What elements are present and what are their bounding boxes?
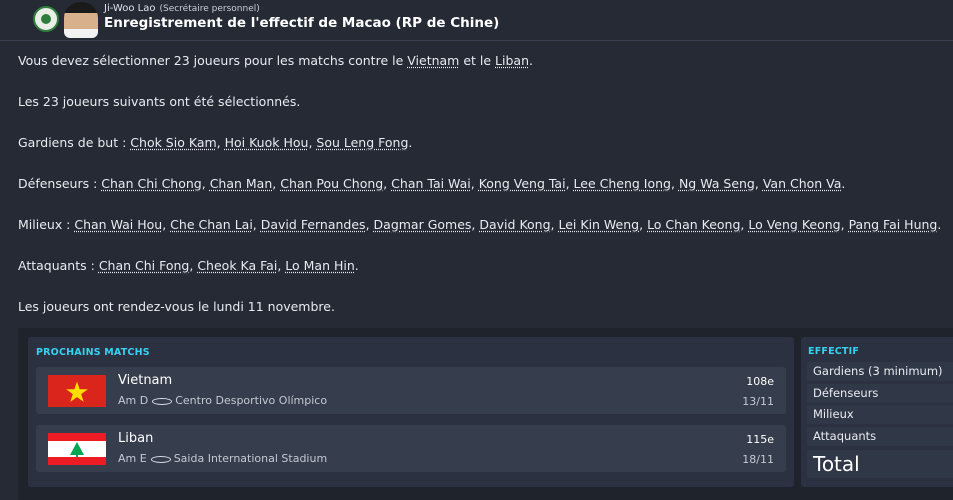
player-link[interactable]: Kong Veng Tai (479, 176, 566, 191)
opponent-name[interactable]: Vietnam (118, 373, 172, 388)
stadium-icon (152, 397, 173, 405)
group-label: Attaquants : (18, 258, 99, 273)
squad-row-midfielders: Milieux (807, 405, 953, 424)
upcoming-matches: PROCHAINS MATCHS Vietnam Am D Centro Desp… (28, 337, 794, 487)
player-link[interactable]: Lo Veng Keong (748, 217, 840, 232)
separator: , (365, 217, 374, 232)
intro-text: Vous devez sélectionner 23 joueurs pour … (18, 53, 408, 68)
match-meta: Am D Centro Desportivo Olímpico (118, 394, 327, 407)
group-label: Défenseurs : (18, 176, 102, 191)
venue-code: E (139, 452, 147, 465)
player-link[interactable]: Lei Kin Weng (558, 217, 639, 232)
separator: . (937, 217, 942, 232)
sender-role: (Secrétaire personnel) (159, 4, 260, 14)
stadium-name: Saida International Stadium (173, 452, 328, 465)
match-meta: Am E Saida International Stadium (118, 452, 327, 465)
match-date: 13/11 (742, 395, 774, 408)
player-link[interactable]: Chan Man (210, 176, 273, 191)
player-link[interactable]: Ng Wa Seng (679, 176, 755, 191)
stadium-icon (150, 455, 171, 463)
squad-summary: EFFECTIF Gardiens (3 minimum) Défenseurs… (801, 337, 953, 487)
opponent-rank: 108e (746, 375, 774, 388)
player-link[interactable]: Pang Fai Hung (849, 217, 938, 232)
sender-line: Ji-Woo Lao (Secrétaire personnel) (104, 3, 260, 14)
player-link[interactable]: Chan Tai Wai (391, 176, 471, 191)
group-label: Gardiens de but : (18, 135, 131, 150)
separator: , (840, 217, 849, 232)
match-type: Am (118, 394, 137, 407)
squad-summary-title: EFFECTIF (808, 346, 860, 357)
player-link[interactable]: Hoi Kuok Hou (225, 135, 309, 150)
intro-text-middle: et le (459, 53, 496, 68)
separator: , (201, 176, 210, 191)
intro-line: Vous devez sélectionner 23 joueurs pour … (18, 52, 943, 93)
group-midfielders: Milieux : Chan Wai Hou, Che Chan Lai, Da… (18, 216, 943, 257)
venue-code: D (139, 394, 149, 407)
player-link[interactable]: Chan Chi Chong (101, 176, 201, 191)
match-row-liban[interactable]: Liban Am E Saida International Stadium 11… (36, 425, 786, 472)
separator: . (354, 258, 359, 273)
separator: , (216, 135, 225, 150)
group-attackers: Attaquants : Chan Chi Fong, Cheok Ka Fai… (18, 257, 943, 298)
separator: , (565, 176, 574, 191)
link-liban[interactable]: Liban (495, 53, 529, 68)
separator: , (670, 176, 679, 191)
group-label: Milieux : (18, 217, 75, 232)
message-header: Ji-Woo Lao (Secrétaire personnel) Enregis… (0, 0, 953, 41)
player-link[interactable]: Sou Leng Fong (316, 135, 408, 150)
player-link[interactable]: Chan Chi Fong (99, 258, 190, 273)
group-goalkeepers: Gardiens de but : Chok Sio Kam, Hoi Kuok… (18, 134, 943, 175)
squad-row-attackers: Attaquants (807, 427, 953, 446)
match-row-vietnam[interactable]: Vietnam Am D Centro Desportivo Olímpico 1… (36, 367, 786, 414)
stadium-name: Centro Desportivo Olímpico (175, 394, 328, 407)
sender-name[interactable]: Ji-Woo Lao (104, 3, 155, 14)
player-link[interactable]: Dagmar Gomes (374, 217, 472, 232)
opponent-rank: 115e (746, 433, 774, 446)
intro-text-end: . (529, 53, 533, 68)
squad-row-defenders: Défenseurs (807, 384, 953, 403)
group-defenders: Défenseurs : Chan Chi Chong, Chan Man, C… (18, 175, 943, 216)
player-link[interactable]: David Kong (479, 217, 550, 232)
separator: . (841, 176, 846, 191)
player-link[interactable]: Che Chan Lai (170, 217, 253, 232)
lebanon-flag-icon (48, 433, 106, 465)
player-link[interactable]: Lee Cheng Iong (574, 176, 671, 191)
message-subject: Enregistrement de l'effectif de Macao (R… (104, 15, 500, 31)
selected-line: Les 23 joueurs suivants ont été sélectio… (18, 94, 301, 109)
matches-title: PROCHAINS MATCHS (36, 347, 150, 358)
separator: , (470, 176, 479, 191)
separator: , (383, 176, 392, 191)
player-link[interactable]: Chan Pou Chong (280, 176, 383, 191)
player-link[interactable]: David Fernandes (261, 217, 366, 232)
separator: , (639, 217, 648, 232)
vietnam-flag-icon (48, 375, 106, 407)
match-type: Am (118, 452, 137, 465)
club-logo (33, 6, 59, 32)
squad-row-goalkeepers: Gardiens (3 minimum) (807, 362, 953, 381)
opponent-name[interactable]: Liban (118, 431, 153, 446)
player-link[interactable]: Chan Wai Hou (74, 217, 162, 232)
squad-total: Total (807, 450, 953, 478)
player-link[interactable]: Cheok Ka Fai (197, 258, 277, 273)
player-link[interactable]: Lo Chan Keong (647, 217, 740, 232)
separator: , (162, 217, 171, 232)
player-link[interactable]: Chok Sio Kam (130, 135, 216, 150)
separator: , (754, 176, 763, 191)
avatar[interactable] (64, 2, 98, 38)
separator: , (252, 217, 261, 232)
separator: . (408, 135, 413, 150)
match-date: 18/11 (742, 453, 774, 466)
link-vietnam[interactable]: Vietnam (407, 53, 459, 68)
message-body: Vous devez sélectionner 23 joueurs pour … (18, 52, 943, 339)
player-link[interactable]: Lo Man Hin (285, 258, 355, 273)
player-link[interactable]: Van Chon Va (763, 176, 842, 191)
